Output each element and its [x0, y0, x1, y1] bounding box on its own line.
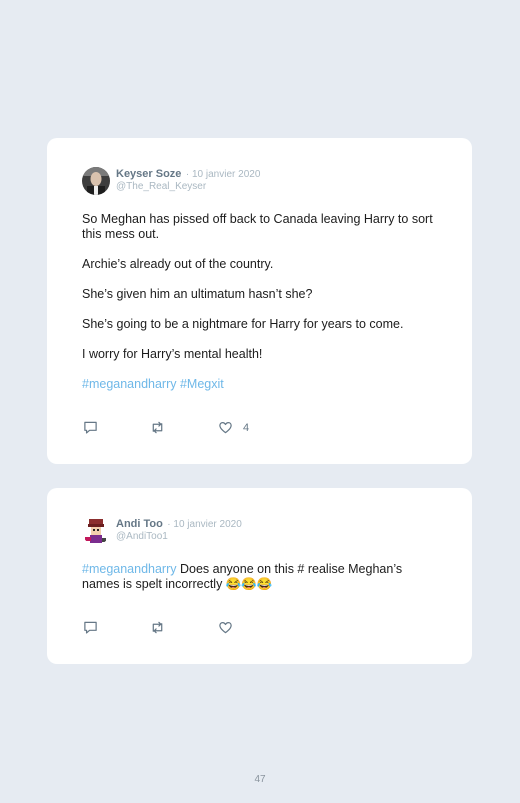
avatar[interactable] — [82, 517, 110, 545]
tweet-text: So Meghan has pissed off back to Canada … — [82, 212, 442, 407]
like-button[interactable] — [218, 620, 233, 635]
tweet-header: Keyser Soze · 10 janvier 2020 @The_Real_… — [82, 167, 260, 195]
retweet-button[interactable] — [150, 620, 218, 635]
hashtag-link[interactable]: #meganandharry — [82, 562, 177, 576]
tweet-card: Keyser Soze · 10 janvier 2020 @The_Real_… — [47, 138, 472, 464]
reply-icon — [84, 621, 97, 634]
tweet-text: #meganandharry Does anyone on this # rea… — [82, 562, 442, 607]
heart-icon — [219, 622, 232, 634]
author-handle[interactable]: @The_Real_Keyser — [116, 181, 260, 193]
retweet-button[interactable] — [150, 420, 218, 435]
reply-button[interactable] — [83, 420, 150, 435]
tweet-actions — [83, 620, 233, 635]
hashtag-link[interactable]: #meganandharry #Megxit — [82, 377, 442, 392]
tweet-card: Andi Too · 10 janvier 2020 @AndiToo1 #me… — [47, 488, 472, 664]
reply-button[interactable] — [83, 620, 150, 635]
tweet-paragraph: I worry for Harry’s mental health! — [82, 347, 263, 361]
tweet-date: · 10 janvier 2020 — [185, 169, 261, 180]
avatar[interactable] — [82, 167, 110, 195]
author-name[interactable]: Keyser Soze — [116, 168, 181, 180]
tweet-paragraph: She’s given him an ultimatum hasn’t she? — [82, 287, 313, 301]
tweet-date: · 10 janvier 2020 — [167, 519, 242, 530]
page-number: 47 — [254, 774, 266, 785]
retweet-icon — [152, 621, 163, 634]
tweet-paragraph: Archie’s already out of the country. — [82, 257, 274, 271]
tweet-header: Andi Too · 10 janvier 2020 @AndiToo1 — [82, 517, 242, 545]
heart-icon — [219, 422, 232, 434]
author-name[interactable]: Andi Too — [116, 518, 163, 530]
reply-icon — [84, 421, 97, 434]
retweet-icon — [152, 421, 163, 434]
like-button[interactable]: 4 — [218, 420, 249, 435]
tweet-paragraph: She’s going to be a nightmare for Harry … — [82, 317, 404, 331]
author-handle[interactable]: @AndiToo1 — [116, 531, 242, 543]
tweet-actions: 4 — [83, 420, 249, 435]
tweet-paragraph: So Meghan has pissed off back to Canada … — [82, 212, 433, 241]
like-count: 4 — [243, 421, 250, 434]
